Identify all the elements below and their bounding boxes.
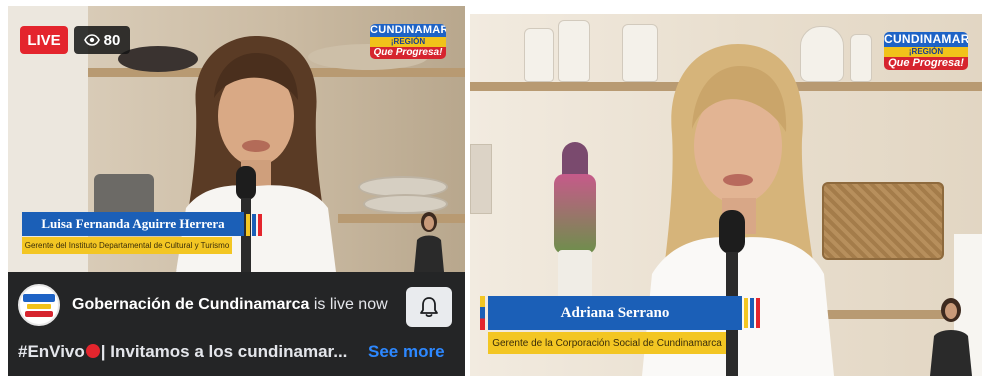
accent-square — [480, 296, 485, 330]
speaker-title: Gerente de la Corporación Social de Cund… — [488, 332, 726, 354]
caption-hashtag[interactable]: #EnVivo — [18, 342, 85, 361]
cundinamarca-logo: CUNDINAMARCA ¡REGIÓN Que Progresa! — [370, 24, 446, 59]
virgin-figurine — [550, 142, 600, 302]
wall-panel — [470, 144, 492, 214]
channel-name[interactable]: Gobernación de Cundinamarca — [72, 296, 309, 313]
stream-info-bar: Gobernación de Cundinamarca is live now … — [8, 272, 465, 376]
sign-language-interpreter — [414, 212, 444, 272]
cundinamarca-logo: CUNDINAMARCA ¡REGIÓN Que Progresa! — [884, 32, 968, 70]
sign-language-interpreter — [930, 298, 972, 376]
caption-text: | Invitamos a los cundinamar... — [100, 342, 348, 361]
live-video-frame[interactable]: LIVE 80 CUNDINAMARCA ¡REGIÓN Que Progres… — [8, 6, 465, 272]
channel-avatar[interactable] — [18, 284, 60, 326]
vase-decor — [558, 20, 590, 82]
brand-color-bars — [246, 214, 262, 236]
speaker-lower-third: Adriana Serrano Gerente de la Corporació… — [480, 296, 760, 356]
live-video-panel[interactable]: LIVE 80 CUNDINAMARCA ¡REGIÓN Que Progres… — [8, 6, 465, 376]
notifications-button[interactable] — [406, 287, 452, 327]
live-now-text: Gobernación de Cundinamarca is live now — [72, 296, 388, 313]
eye-icon — [83, 34, 100, 46]
vase-decor — [850, 34, 872, 82]
bell-icon — [420, 297, 438, 318]
speaker-name: Adriana Serrano — [488, 296, 742, 330]
viewer-count: 80 — [103, 31, 121, 49]
speaker-lower-third: Luisa Fernanda Aguirre Herrera Gerente d… — [22, 212, 262, 256]
see-more-link[interactable]: See more — [368, 342, 445, 362]
speaker-title: Gerente del Instituto Departamental de C… — [22, 237, 232, 254]
vase-decor — [524, 28, 554, 82]
second-video-panel[interactable]: CUNDINAMARCA ¡REGIÓN Que Progresa! Adria… — [470, 14, 982, 376]
speaker-name: Luisa Fernanda Aguirre Herrera — [22, 212, 244, 236]
live-badge: LIVE — [20, 26, 68, 54]
brand-color-bars — [744, 298, 760, 328]
post-caption: #EnVivo | Invitamos a los cundinamar... — [18, 342, 347, 362]
viewer-count-badge: 80 — [74, 26, 130, 54]
red-circle-icon — [85, 344, 100, 358]
